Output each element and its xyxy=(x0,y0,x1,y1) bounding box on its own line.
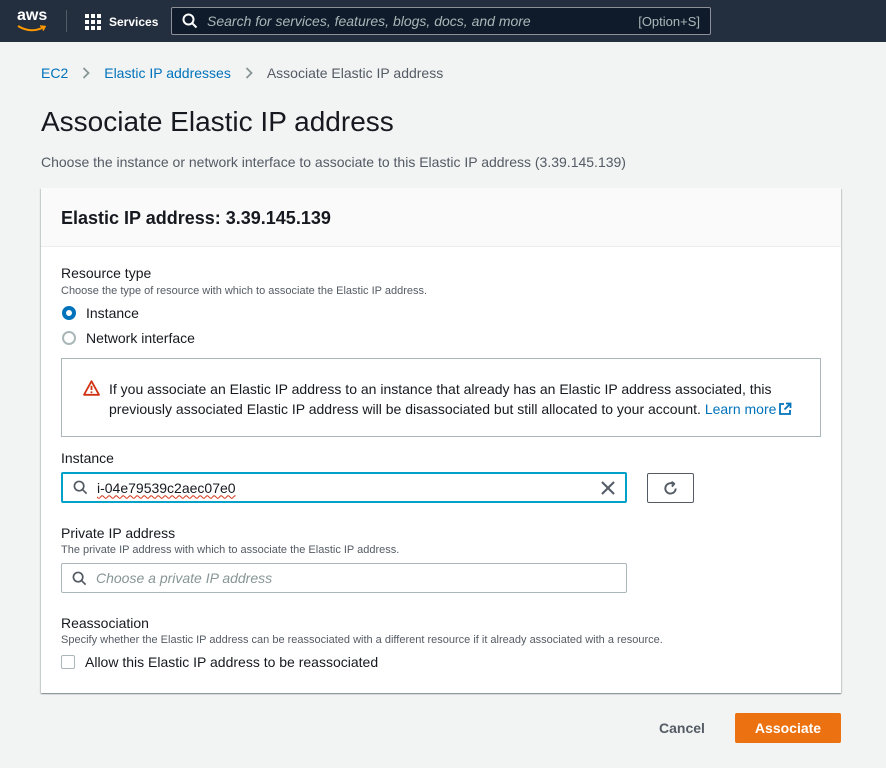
private-ip-hint: The private IP address with which to ass… xyxy=(61,544,400,556)
top-navigation-bar: aws Services Search for services, featur… xyxy=(0,0,886,42)
cancel-button[interactable]: Cancel xyxy=(646,713,718,743)
reassociation-checkbox-row[interactable]: Allow this Elastic IP address to be reas… xyxy=(61,654,378,670)
radio-button[interactable] xyxy=(62,331,76,345)
external-link-icon xyxy=(779,402,792,415)
breadcrumb-link-ec2[interactable]: EC2 xyxy=(41,65,68,81)
clear-icon[interactable] xyxy=(601,480,615,495)
radio-instance-label: Instance xyxy=(86,305,139,321)
radio-network-interface[interactable]: Network interface xyxy=(62,330,195,346)
warning-icon xyxy=(83,380,100,396)
resource-type-label: Resource type xyxy=(61,265,152,281)
learn-more-label: Learn more xyxy=(704,401,777,417)
instance-input-value: i-04e79539c2aec07e0 xyxy=(97,479,236,496)
aws-logo-text: aws xyxy=(17,7,48,24)
search-icon xyxy=(182,13,198,29)
reassociation-hint: Specify whether the Elastic IP address c… xyxy=(61,634,663,646)
search-placeholder: Search for services, features, blogs, do… xyxy=(207,13,531,29)
instance-label: Instance xyxy=(61,450,114,466)
services-menu-button[interactable]: Services xyxy=(85,12,158,32)
chevron-right-icon xyxy=(245,67,253,79)
instance-search-input[interactable]: i-04e79539c2aec07e0 xyxy=(61,472,627,503)
breadcrumb: EC2 Elastic IP addresses Associate Elast… xyxy=(41,64,443,82)
search-shortcut-hint: [Option+S] xyxy=(638,13,700,29)
search-icon xyxy=(73,480,88,495)
radio-network-interface-label: Network interface xyxy=(86,330,195,346)
grid-icon xyxy=(85,14,101,30)
learn-more-link[interactable]: Learn more xyxy=(705,401,793,417)
aws-smile-icon xyxy=(17,25,47,32)
alert-text: If you associate an Elastic IP address t… xyxy=(109,381,772,417)
reassociation-label: Reassociation xyxy=(61,615,149,631)
reassociation-checkbox-label: Allow this Elastic IP address to be reas… xyxy=(85,654,379,670)
nav-divider xyxy=(66,10,67,32)
breadcrumb-current: Associate Elastic IP address xyxy=(266,65,444,81)
page-description: Choose the instance or network interface… xyxy=(41,154,626,170)
refresh-button[interactable] xyxy=(647,473,694,503)
alert-message: If you associate an Elastic IP address t… xyxy=(109,379,809,419)
services-label: Services xyxy=(109,15,159,29)
breadcrumb-link-elastic-ip-addresses[interactable]: Elastic IP addresses xyxy=(104,65,231,81)
chevron-right-icon xyxy=(82,67,91,79)
resource-type-hint: Choose the type of resource with which t… xyxy=(61,285,428,297)
radio-button-selected[interactable] xyxy=(62,306,76,320)
associate-button[interactable]: Associate xyxy=(735,713,841,743)
aws-logo[interactable]: aws xyxy=(12,6,52,36)
radio-instance[interactable]: Instance xyxy=(62,305,139,321)
associate-form-panel: Elastic IP address: 3.39.145.139 Resourc… xyxy=(41,188,841,693)
page-title: Associate Elastic IP address xyxy=(41,106,394,137)
private-ip-label: Private IP address xyxy=(61,525,176,541)
reassociation-checkbox[interactable] xyxy=(61,655,75,669)
panel-title: Elastic IP address: 3.39.145.139 xyxy=(61,208,331,228)
search-icon xyxy=(72,571,87,586)
private-ip-select[interactable]: Choose a private IP address xyxy=(61,563,627,593)
global-search-input[interactable]: Search for services, features, blogs, do… xyxy=(171,7,711,35)
warning-alert: If you associate an Elastic IP address t… xyxy=(61,358,821,437)
private-ip-placeholder: Choose a private IP address xyxy=(96,570,273,586)
refresh-icon xyxy=(664,480,677,494)
panel-header: Elastic IP address: 3.39.145.139 xyxy=(41,188,841,247)
